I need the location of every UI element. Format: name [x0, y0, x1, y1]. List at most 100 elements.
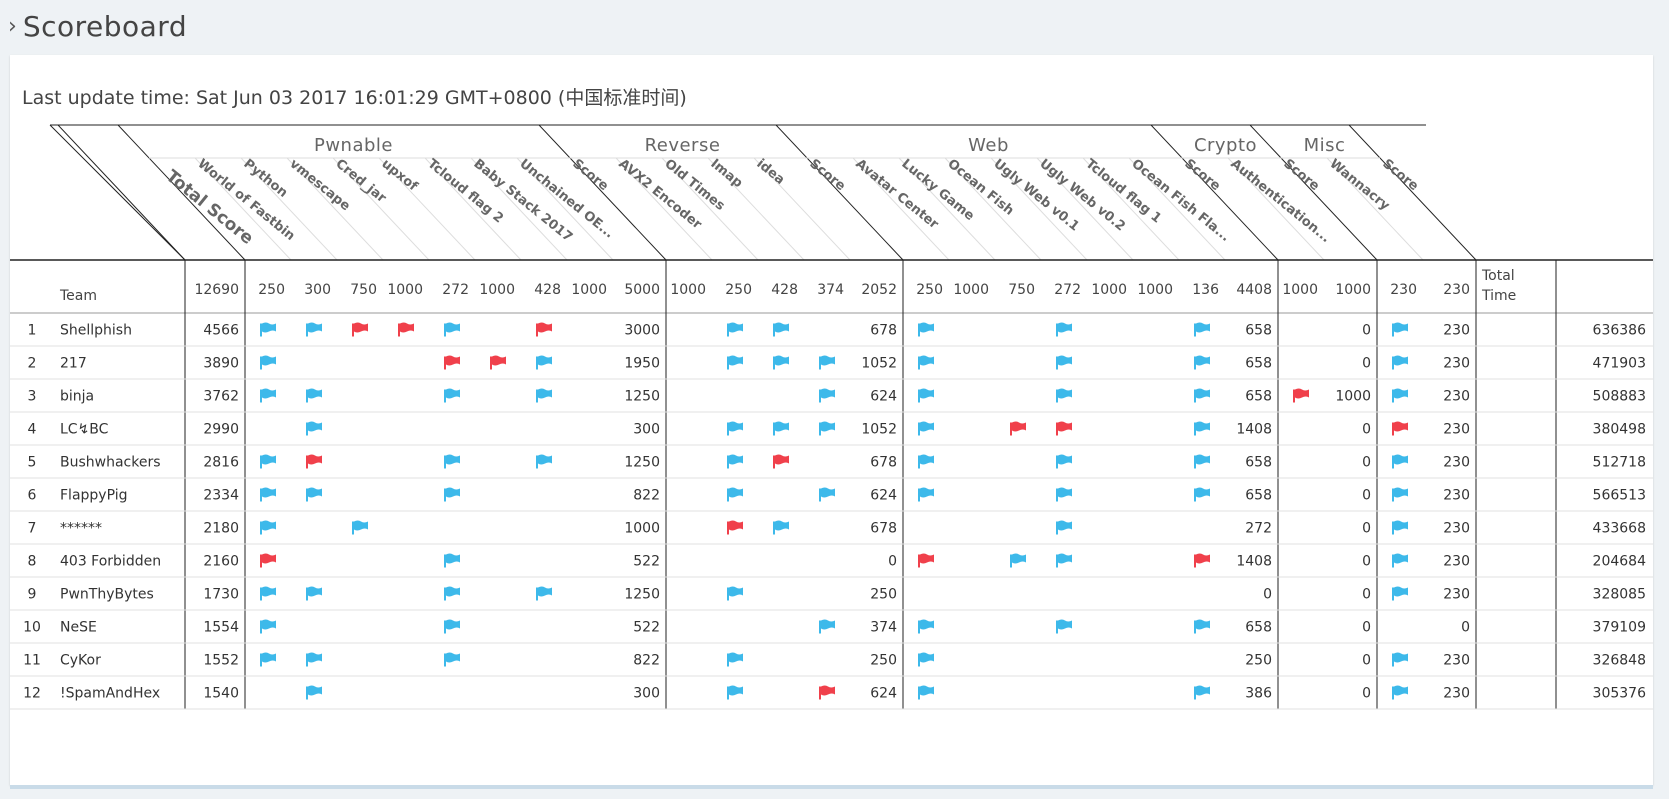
team-group-score: 0 [1362, 686, 1371, 702]
flag-body [821, 685, 835, 696]
header-points: 136 [1192, 282, 1219, 298]
flag-solved-icon [352, 520, 368, 535]
flag-pole [727, 455, 729, 469]
header-points: 1000 [953, 282, 989, 298]
flag-pole [819, 356, 821, 370]
flag-solved-icon [1392, 520, 1408, 535]
team-group-score: 0 [888, 554, 897, 570]
flag-pole [1056, 356, 1058, 370]
flag-body [446, 487, 460, 498]
flag-pole [819, 488, 821, 502]
flag-body [1058, 388, 1072, 399]
team-total-time: 508883 [1593, 389, 1646, 405]
flag-pole [1056, 521, 1058, 535]
flag-pole [773, 422, 775, 436]
team-group-score: 0 [1362, 455, 1371, 471]
header-points: 428 [534, 282, 561, 298]
flag-body [1196, 454, 1210, 465]
flag-body [1196, 322, 1210, 333]
flag-body [1295, 388, 1309, 399]
team-group-score: 3000 [624, 323, 660, 339]
flag-body [446, 619, 460, 630]
flag-body [821, 619, 835, 630]
flag-pole [1392, 488, 1394, 502]
flag-solved-icon [918, 619, 934, 634]
flag-body [446, 586, 460, 597]
header-challenge: Ugly Web v0.2 [1036, 156, 1127, 234]
flag-first-blood-icon [398, 322, 414, 337]
header-points: 1000 [1335, 282, 1371, 298]
header-total-time-line1: Total [1481, 268, 1515, 284]
flag-body [538, 322, 552, 333]
flag-body [308, 487, 322, 498]
flag-solved-icon [444, 553, 460, 568]
flag-first-blood-icon [1056, 421, 1072, 436]
flag-pole [1056, 389, 1058, 403]
header-points: 272 [1054, 282, 1081, 298]
flag-pole [536, 356, 538, 370]
flag-pole [306, 488, 308, 502]
header-points: 250 [725, 282, 752, 298]
flag-pole [444, 653, 446, 667]
flag-body [1394, 652, 1408, 663]
header-group-score: Score [1280, 156, 1322, 194]
flag-body [1058, 487, 1072, 498]
team-group-score: 230 [1443, 356, 1470, 372]
flag-first-blood-icon [444, 355, 460, 370]
flag-solved-icon [1194, 388, 1210, 403]
flag-pole [727, 587, 729, 601]
flag-solved-icon [1392, 454, 1408, 469]
flag-first-blood-icon [260, 553, 276, 568]
flag-body [262, 487, 276, 498]
flag-pole [260, 323, 262, 337]
flag-body [1058, 520, 1072, 531]
flag-solved-icon [773, 322, 789, 337]
flag-body [1196, 388, 1210, 399]
header-points: 750 [1008, 282, 1035, 298]
flag-first-blood-icon [1293, 388, 1309, 403]
flag-solved-icon [918, 421, 934, 436]
flag-solved-icon [444, 652, 460, 667]
flag-pole [398, 323, 400, 337]
flag-body [775, 355, 789, 366]
flag-pole [1392, 323, 1394, 337]
flag-solved-icon [260, 487, 276, 502]
team-total-score: 3890 [203, 356, 239, 372]
flag-solved-icon [306, 421, 322, 436]
flag-body [1394, 487, 1408, 498]
flag-pole [260, 653, 262, 667]
header-points: 4408 [1236, 282, 1272, 298]
header-points: 1000 [670, 282, 706, 298]
flag-first-blood-icon [727, 520, 743, 535]
header-points: 428 [771, 282, 798, 298]
flag-solved-icon [1392, 322, 1408, 337]
flag-body [308, 322, 322, 333]
flag-solved-icon [727, 355, 743, 370]
flag-solved-icon [1194, 619, 1210, 634]
team-total-score: 1730 [203, 587, 239, 603]
team-total-time: 305376 [1593, 686, 1647, 702]
flag-solved-icon [727, 322, 743, 337]
flag-pole [1056, 422, 1058, 436]
flag-body [920, 421, 934, 432]
flag-body [821, 421, 835, 432]
flag-solved-icon [306, 322, 322, 337]
flag-solved-icon [306, 685, 322, 700]
flag-body [446, 454, 460, 465]
flag-body [920, 388, 934, 399]
flag-pole [819, 389, 821, 403]
flag-pole [1056, 554, 1058, 568]
team-group-score: 822 [633, 653, 660, 669]
flag-pole [1194, 323, 1196, 337]
flag-pole [918, 686, 920, 700]
team-group-score: 230 [1443, 389, 1470, 405]
team-total-time: 204684 [1593, 554, 1647, 570]
flag-pole [444, 389, 446, 403]
flag-body [1196, 487, 1210, 498]
team-name: 403 Forbidden [60, 554, 161, 570]
flag-body [920, 355, 934, 366]
flag-solved-icon [1194, 355, 1210, 370]
flag-pole [260, 488, 262, 502]
group-label-pwnable: Pwnable [314, 135, 393, 156]
team-group-score: 624 [870, 389, 897, 405]
